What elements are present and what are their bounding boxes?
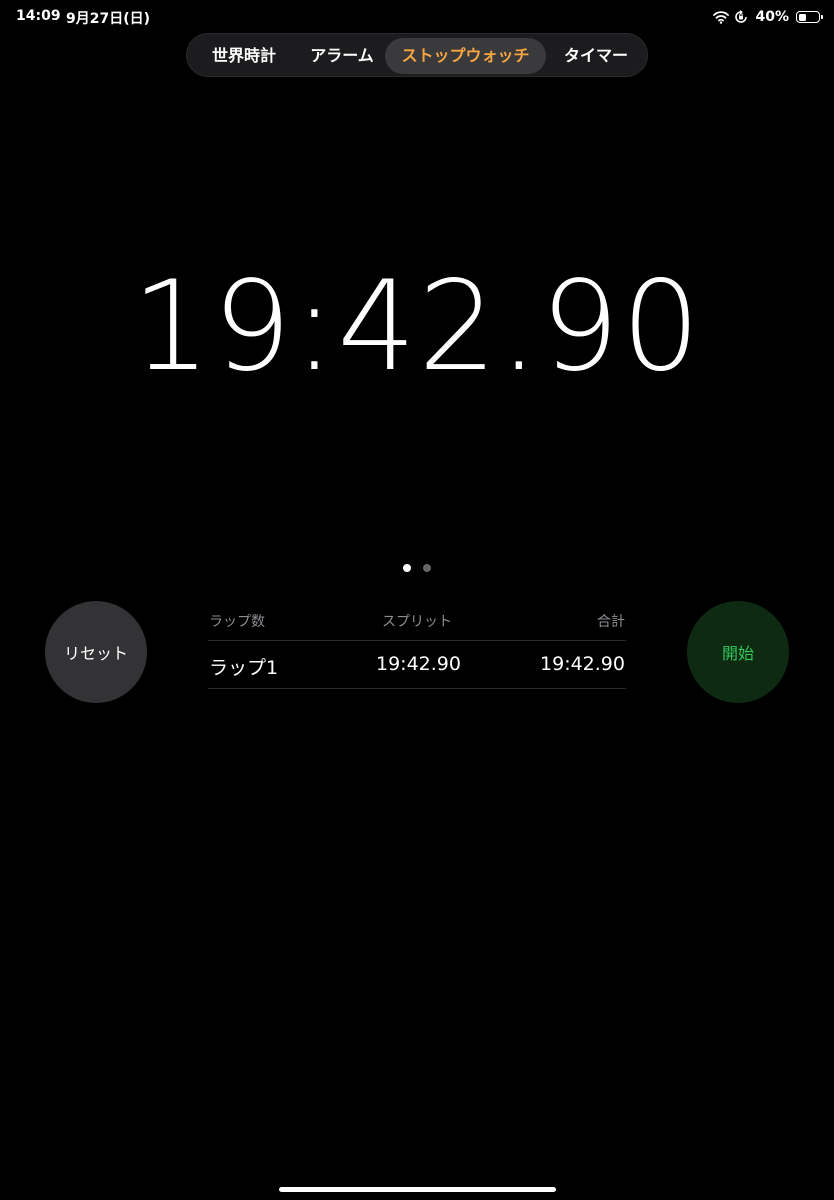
stopwatch-display: 19:42.90: [131, 255, 703, 399]
laps-header: ラップ数 スプリット 合計: [208, 600, 626, 641]
header-lap: ラップ数: [209, 614, 265, 630]
battery-percent: 40%: [755, 9, 789, 25]
header-total: 合計: [597, 614, 625, 630]
tab-timer[interactable]: タイマー: [549, 38, 643, 74]
battery-icon: [796, 11, 823, 23]
laps-table: ラップ数 スプリット 合計 ラップ1 19:42.90 19:42.90: [208, 600, 626, 689]
page-indicator[interactable]: [0, 564, 834, 574]
orientation-lock-icon: [733, 9, 749, 25]
status-time: 14:09: [16, 8, 61, 24]
battery-cap: [821, 15, 823, 19]
lap-name: ラップ1: [209, 657, 279, 679]
header-split: スプリット: [382, 614, 452, 630]
tab-world-clock[interactable]: 世界時計: [193, 38, 295, 74]
tab-stopwatch[interactable]: ストップウォッチ: [385, 38, 546, 74]
battery-fill: [798, 13, 806, 21]
page-dot[interactable]: [403, 564, 411, 572]
start-button[interactable]: 開始: [687, 601, 789, 703]
lap-total: 19:42.90: [540, 653, 625, 675]
lap-split: 19:42.90: [376, 653, 461, 675]
tab-alarm[interactable]: アラーム: [297, 38, 387, 74]
tab-bar: 世界時計 アラーム ストップウォッチ タイマー: [186, 33, 648, 77]
status-date: 9月27日(日): [66, 11, 151, 27]
lap-row: ラップ1 19:42.90 19:42.90: [208, 641, 626, 689]
reset-button[interactable]: リセット: [45, 601, 147, 703]
status-bar: 14:09 9月27日(日) 40%: [0, 0, 834, 34]
page-dot[interactable]: [423, 564, 431, 572]
wifi-icon: [713, 9, 730, 25]
status-indicators: 40%: [713, 7, 823, 27]
home-indicator[interactable]: [279, 1187, 556, 1192]
